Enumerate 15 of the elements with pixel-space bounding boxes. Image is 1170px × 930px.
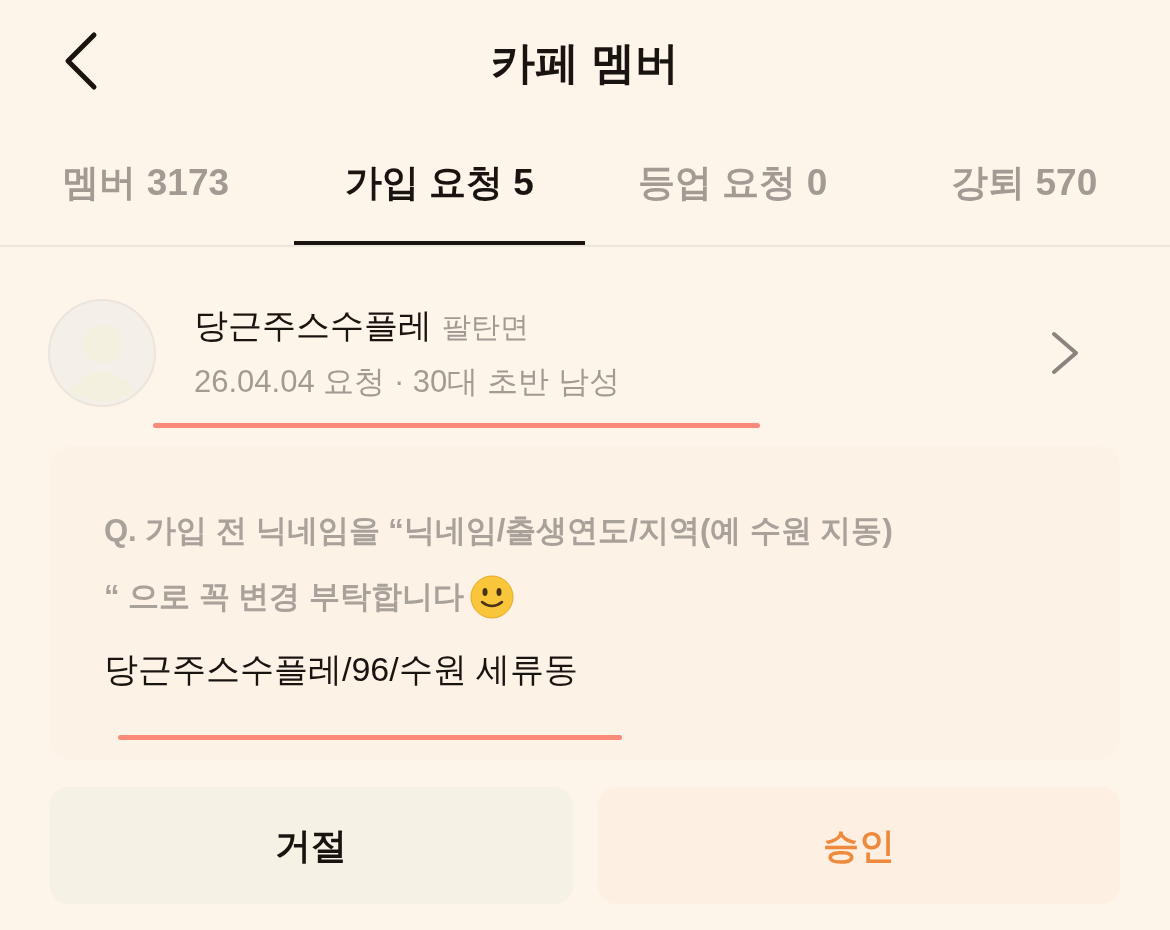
page-title: 카페 멤버: [490, 36, 680, 89]
question-text: Q. 가입 전 닉네임을 “닉네임/출생연도/지역(예 수원 지동): [104, 511, 893, 550]
chevron-right-icon[interactable]: [1050, 330, 1080, 376]
tab[interactable]: 가입 요청 5: [293, 125, 585, 245]
member-name: 당근주스수플레: [194, 305, 432, 347]
tab[interactable]: 강퇴 570: [878, 125, 1170, 245]
member-region: 팔탄면: [442, 310, 529, 346]
request-info: 26.04.04 요청 · 30대 초반 남성: [194, 363, 620, 402]
reject-button[interactable]: 거절: [50, 787, 573, 904]
approve-button[interactable]: 승인: [597, 787, 1120, 904]
tab[interactable]: 멤버 3173: [0, 125, 292, 245]
question-text: “ 으로 꼭 변경 부탁합니다: [104, 577, 464, 616]
smiley-icon: [469, 575, 514, 619]
tab[interactable]: 등업 요청 0: [587, 125, 879, 245]
answer-text: 당근주스수플레/96/수원 세류동: [104, 649, 580, 690]
